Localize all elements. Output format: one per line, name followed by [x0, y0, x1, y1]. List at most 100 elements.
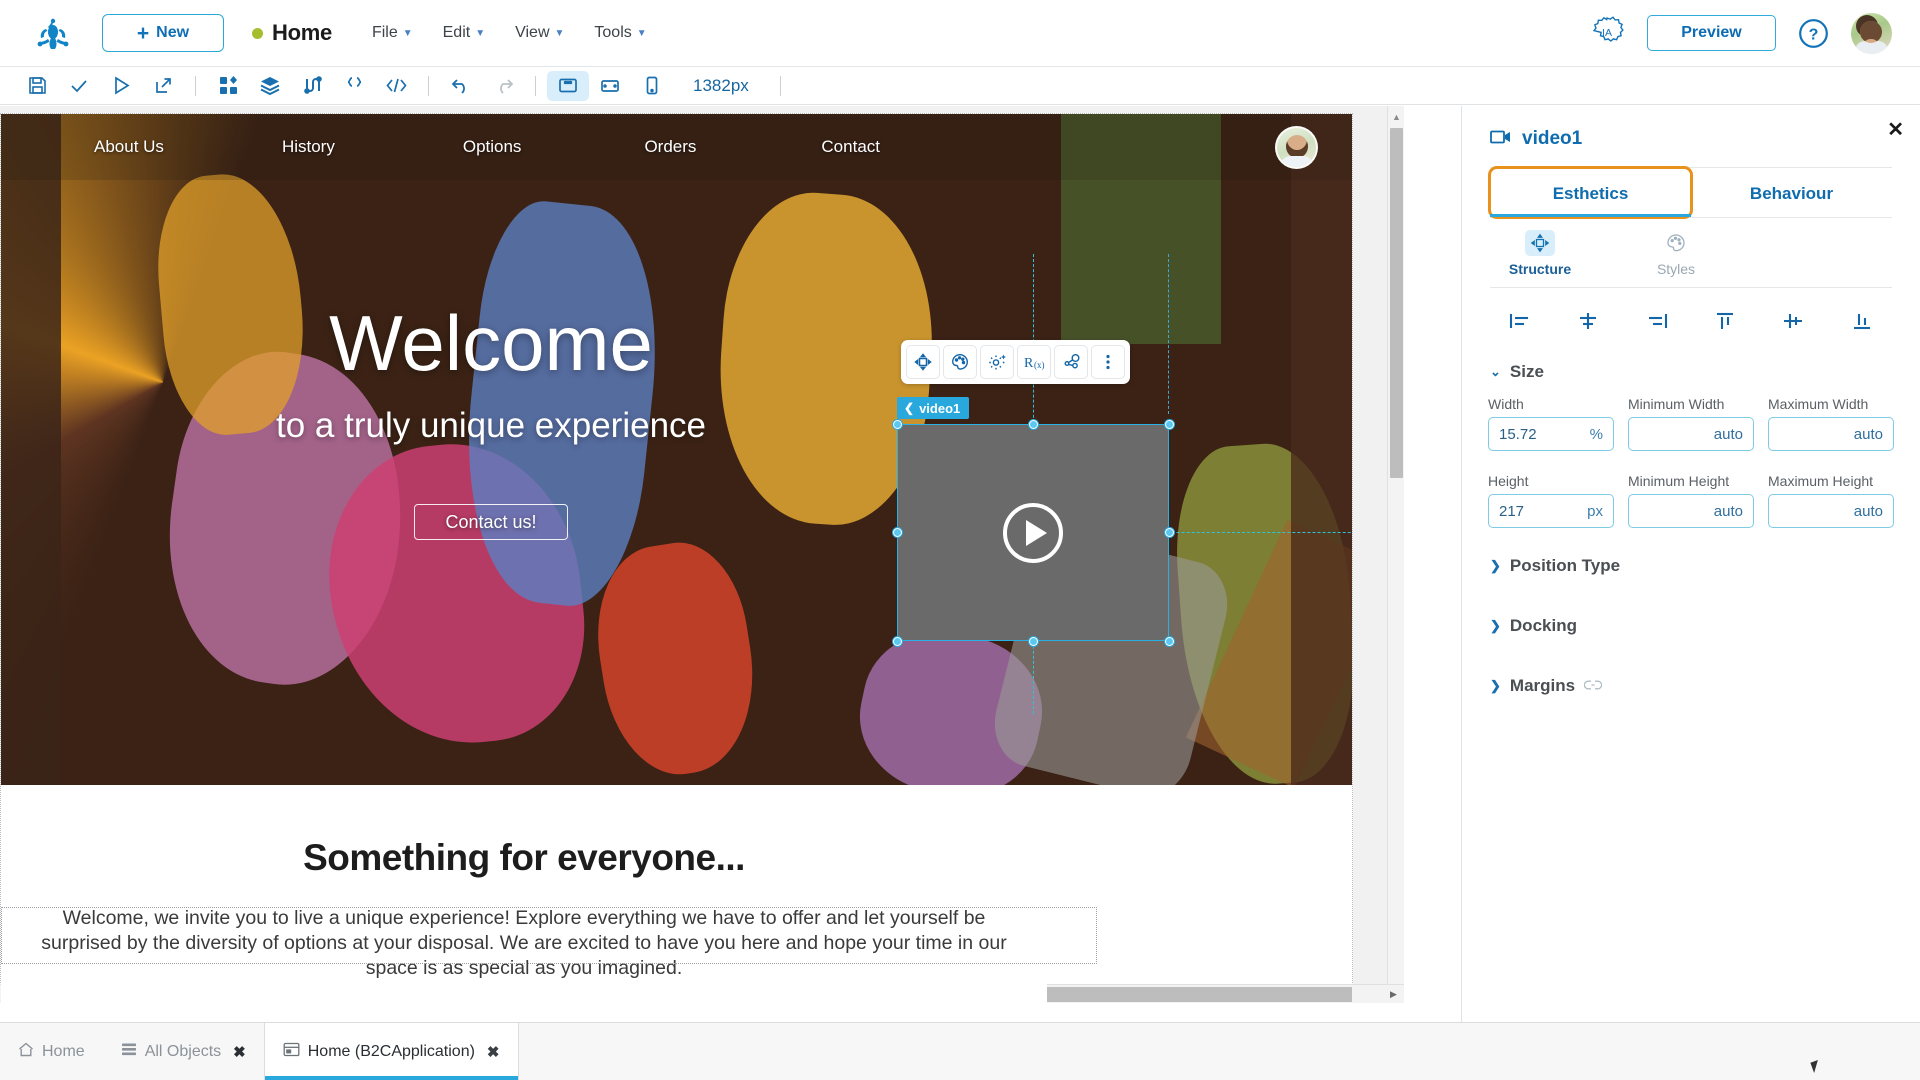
- desktop-view-icon[interactable]: [547, 70, 589, 101]
- new-button[interactable]: + New: [102, 14, 224, 52]
- align-right-icon[interactable]: [1623, 304, 1691, 338]
- code-icon[interactable]: [375, 71, 417, 101]
- field-max-width-label: Maximum Width: [1768, 396, 1869, 412]
- element-tag-badge[interactable]: ❮ video1: [897, 397, 970, 419]
- menu-edit-label: Edit: [442, 24, 471, 41]
- site-nav-avatar[interactable]: [1275, 126, 1318, 169]
- resize-handle-top-left[interactable]: [893, 420, 902, 429]
- chevron-down-icon: ▼: [475, 27, 486, 39]
- menu-edit[interactable]: Edit ▼: [443, 24, 485, 42]
- section-size-header[interactable]: ⌄ Size: [1490, 362, 1892, 382]
- variables-icon[interactable]: [291, 71, 333, 101]
- run-icon[interactable]: [100, 71, 142, 101]
- mobile-view-icon[interactable]: [631, 71, 673, 101]
- section-docking-header[interactable]: ❯ Docking: [1490, 616, 1892, 636]
- chevron-down-icon: ▼: [636, 27, 647, 39]
- tab-behaviour[interactable]: Behaviour: [1691, 168, 1892, 217]
- design-page[interactable]: About Us History Options Orders Contact …: [0, 113, 1353, 1003]
- menu-view[interactable]: View ▼: [515, 24, 564, 42]
- align-top-icon[interactable]: [1691, 304, 1759, 338]
- align-bottom-icon[interactable]: [1828, 304, 1896, 338]
- width-unit[interactable]: %: [1590, 426, 1603, 443]
- min-height-placeholder: auto: [1713, 502, 1743, 520]
- close-icon[interactable]: ✖: [487, 1043, 500, 1061]
- settings-sparkle-icon[interactable]: [980, 345, 1014, 379]
- section-title[interactable]: Something for everyone...: [1, 837, 1047, 879]
- hero-headline[interactable]: Welcome: [1, 304, 981, 382]
- tablet-view-icon[interactable]: [589, 71, 631, 101]
- close-icon[interactable]: ✖: [233, 1043, 246, 1061]
- nav-link-about-us[interactable]: About Us: [94, 137, 164, 157]
- rx-formula-icon[interactable]: R (x): [1017, 345, 1051, 379]
- bottom-tab-all-objects-label: All Objects: [144, 1042, 222, 1060]
- video-element[interactable]: [897, 424, 1169, 641]
- nav-link-options[interactable]: Options: [463, 137, 522, 157]
- tab-esthetics-label: Esthetics: [1552, 184, 1629, 203]
- nav-link-contact[interactable]: Contact: [821, 137, 880, 157]
- avatar[interactable]: [1851, 12, 1892, 54]
- close-icon[interactable]: ✕: [1887, 120, 1904, 140]
- hero-subheadline[interactable]: to a truly unique experience: [1, 406, 981, 446]
- menu-file[interactable]: File ▼: [372, 24, 413, 42]
- min-height-input[interactable]: auto: [1628, 494, 1754, 528]
- move-structure-icon[interactable]: [906, 345, 940, 379]
- preview-button[interactable]: Preview: [1647, 15, 1776, 51]
- plus-icon: +: [136, 21, 150, 45]
- resize-handle-bottom-right[interactable]: [1165, 637, 1174, 646]
- undo-icon[interactable]: [440, 71, 482, 101]
- max-height-input[interactable]: auto: [1768, 494, 1894, 528]
- height-unit[interactable]: px: [1587, 503, 1603, 520]
- scroll-up-arrow-icon[interactable]: ▲: [1388, 108, 1404, 125]
- top-right-actions: IA Preview ?: [1589, 12, 1892, 54]
- canvas-vertical-scrollbar[interactable]: ▲ ▼: [1387, 106, 1404, 1003]
- nav-link-history[interactable]: History: [282, 137, 335, 157]
- frog-logo-icon[interactable]: [30, 10, 76, 56]
- validate-check-icon[interactable]: [58, 71, 100, 101]
- subtab-structure[interactable]: Structure: [1502, 230, 1578, 277]
- chevron-right-icon: ❯: [1490, 618, 1501, 633]
- min-width-input[interactable]: auto: [1628, 417, 1754, 451]
- bottom-tab-all-objects[interactable]: All Objects ✖: [103, 1023, 264, 1080]
- width-input[interactable]: 15.72 %: [1488, 417, 1614, 451]
- resize-handle-bottom-left[interactable]: [893, 637, 902, 646]
- align-center-vertical-icon[interactable]: [1759, 304, 1827, 338]
- link-icon[interactable]: [1583, 679, 1603, 694]
- svg-text:IA: IA: [1602, 27, 1612, 39]
- resize-handle-middle-left[interactable]: [893, 528, 902, 537]
- json-icon[interactable]: [333, 71, 375, 101]
- resize-handle-top-center[interactable]: [1029, 420, 1038, 429]
- canvas-scroll-pane[interactable]: About Us History Options Orders Contact …: [0, 106, 1404, 1003]
- scroll-right-arrow-icon[interactable]: ▶: [1385, 985, 1402, 1003]
- tab-esthetics[interactable]: Esthetics: [1488, 166, 1693, 219]
- resize-handle-top-right[interactable]: [1165, 420, 1174, 429]
- align-left-icon[interactable]: [1486, 304, 1554, 338]
- section-docking-title: Docking: [1509, 616, 1577, 635]
- menu-tools[interactable]: Tools ▼: [594, 24, 646, 42]
- redo-icon[interactable]: [482, 71, 524, 101]
- nav-link-orders[interactable]: Orders: [644, 137, 696, 157]
- ia-badge-icon[interactable]: IA: [1589, 15, 1625, 51]
- section-position-type-header[interactable]: ❯ Position Type: [1490, 556, 1892, 576]
- align-center-horizontal-icon[interactable]: [1554, 304, 1622, 338]
- deploy-icon[interactable]: [142, 71, 184, 101]
- palette-styles-icon[interactable]: [943, 345, 977, 379]
- components-icon[interactable]: [207, 71, 249, 101]
- section-body-text[interactable]: Welcome, we invite you to live a unique …: [39, 906, 1009, 981]
- more-options-icon[interactable]: [1091, 345, 1125, 379]
- bottom-tab-home[interactable]: Home: [0, 1023, 103, 1080]
- contact-us-button[interactable]: Contact us!: [414, 504, 568, 540]
- height-input[interactable]: 217 px: [1488, 494, 1614, 528]
- layers-icon[interactable]: [249, 71, 291, 101]
- zoom-width-label[interactable]: 1382px: [693, 76, 749, 96]
- save-icon[interactable]: [16, 71, 58, 101]
- bottom-tab-home-b2capplication[interactable]: Home (B2CApplication) ✖: [263, 1023, 519, 1080]
- question-mark-icon[interactable]: ?: [1798, 18, 1829, 49]
- vertical-scroll-thumb[interactable]: [1390, 128, 1403, 478]
- resize-handle-bottom-center[interactable]: [1029, 637, 1038, 646]
- connections-icon[interactable]: [1054, 345, 1088, 379]
- section-margins-header[interactable]: ❯ Margins: [1490, 676, 1892, 696]
- max-width-input[interactable]: auto: [1768, 417, 1894, 451]
- resize-handle-middle-right[interactable]: [1165, 528, 1174, 537]
- editor-toolbar: 1382px: [0, 67, 1920, 105]
- subtab-styles[interactable]: Styles: [1638, 230, 1714, 277]
